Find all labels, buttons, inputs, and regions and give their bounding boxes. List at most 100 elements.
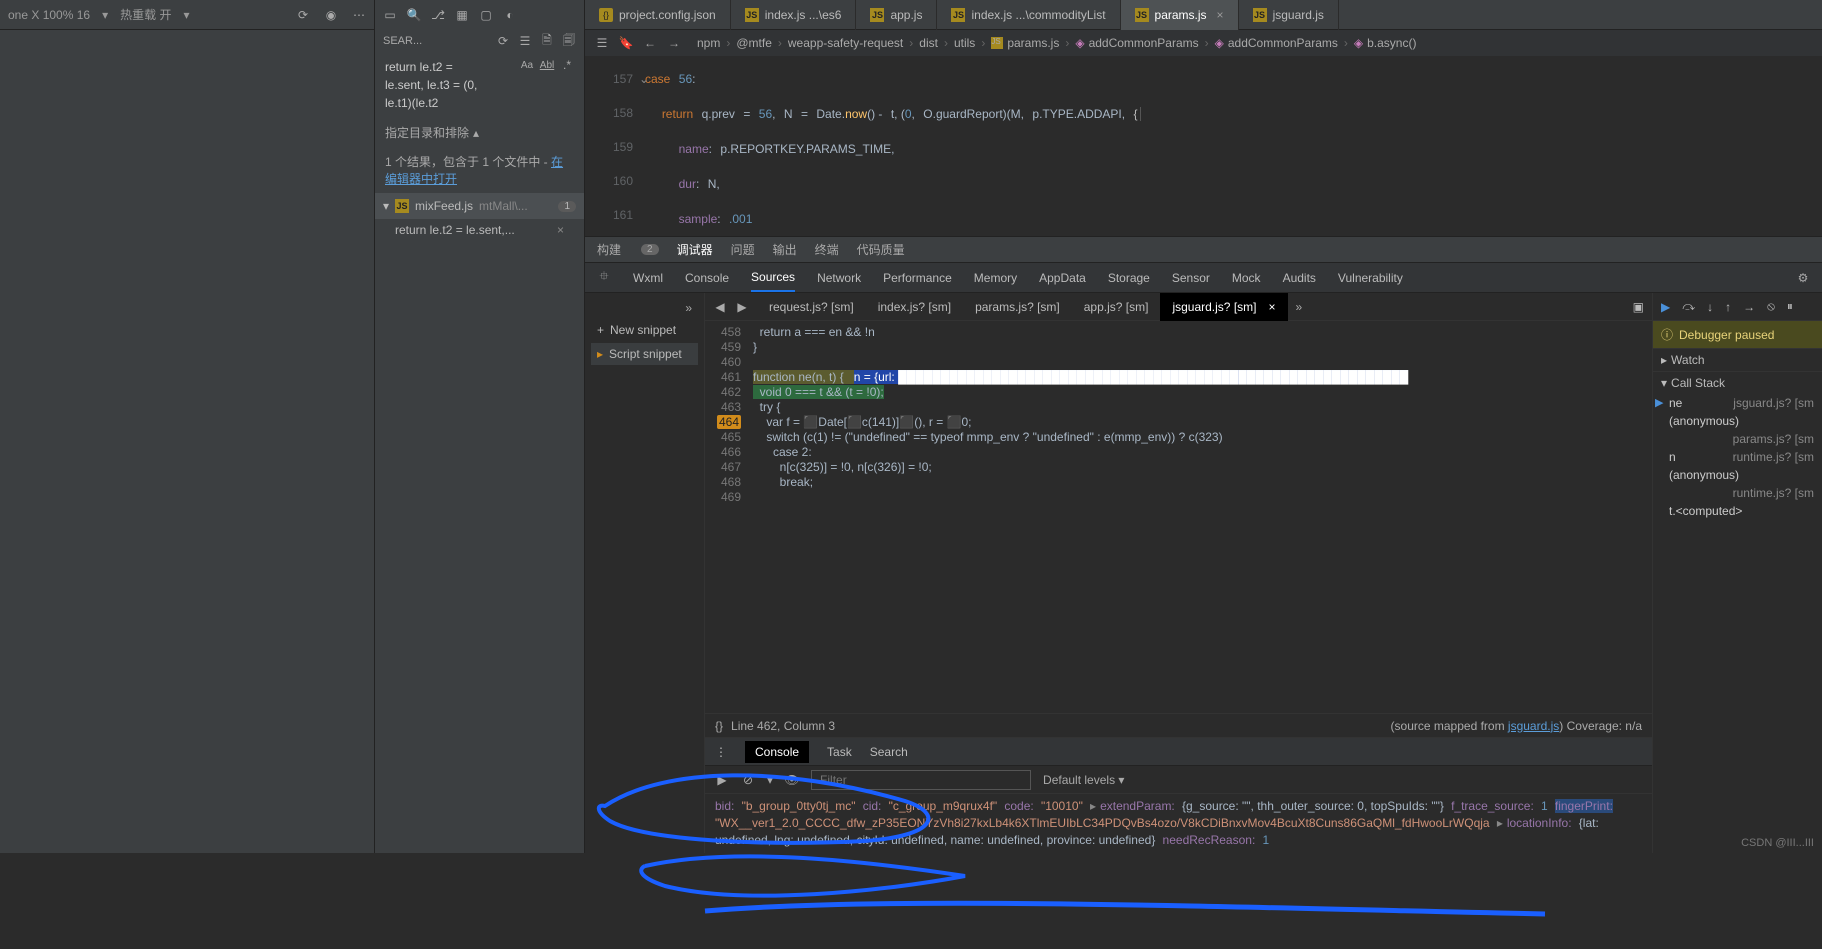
panel-sources[interactable]: Sources — [751, 264, 795, 292]
tab-jsguard[interactable]: JSjsguard.js — [1239, 0, 1339, 30]
braces-icon[interactable]: {} — [715, 719, 723, 733]
console-output[interactable]: bid: "b_group_0tty0tj_mc" cid: "c_group_… — [705, 794, 1652, 853]
panel-wxml[interactable]: Wxml — [633, 265, 663, 291]
refresh-icon[interactable]: ⟳ — [296, 8, 310, 22]
step-out-icon[interactable]: ↑ — [1725, 300, 1731, 314]
expand-icon[interactable]: » — [591, 299, 698, 317]
device-label[interactable]: one X 100% 16 — [8, 8, 90, 22]
search-query[interactable]: return le.t2 = Aa Abl .* le.sent, le.t3 … — [375, 52, 584, 118]
collapse-icon[interactable]: 🗐 — [562, 34, 576, 48]
bc-fn3[interactable]: ◈b.async() — [1354, 36, 1417, 50]
tab-output[interactable]: 输出 — [773, 241, 797, 258]
clear-icon[interactable]: ☰ — [518, 34, 532, 48]
code-editor[interactable]: ⌄ 157158159160161 case 56: return q.prev… — [585, 56, 1822, 236]
new-snippet-button[interactable]: +New snippet — [591, 317, 698, 343]
bc-utils[interactable]: utils — [954, 36, 975, 50]
bc-weapp[interactable]: weapp-safety-request — [788, 36, 903, 50]
bc-fn1[interactable]: ◈addCommonParams — [1075, 36, 1198, 50]
console-tab[interactable]: Console — [745, 741, 809, 763]
src-tab-params[interactable]: params.js? [sm] — [963, 293, 1072, 321]
tab-params[interactable]: JSparams.js× — [1121, 0, 1239, 30]
context-select[interactable]: ▾ — [767, 773, 773, 787]
step-into-icon[interactable]: ↓ — [1707, 300, 1713, 314]
close-icon[interactable]: × — [1217, 8, 1224, 22]
deactivate-bp-icon[interactable]: ⦸ — [1767, 299, 1775, 314]
panel-console[interactable]: Console — [685, 265, 729, 291]
pause-exc-icon[interactable]: ⏸ — [1787, 299, 1793, 314]
source-code[interactable]: 458459460461462463464465466467468469 ret… — [705, 321, 1652, 713]
code-body[interactable]: case 56: return q.prev = 56, N = Date.no… — [645, 56, 1822, 236]
extensions-icon[interactable]: ▦ — [455, 8, 469, 22]
stack-frame[interactable]: t.<computed> — [1653, 502, 1822, 520]
step-icon[interactable]: → — [1743, 300, 1755, 314]
panel-vulnerability[interactable]: Vulnerability — [1338, 265, 1403, 291]
console-filter-input[interactable] — [811, 770, 1031, 790]
chevron-down-icon[interactable]: ▾ — [183, 8, 189, 22]
tab-project-config[interactable]: {}project.config.json — [585, 0, 731, 30]
case-icon[interactable]: Aa — [520, 58, 534, 72]
branch-icon[interactable]: ⎇ — [431, 8, 445, 22]
stack-frame[interactable]: nruntime.js? [sm — [1653, 448, 1822, 466]
inspect-icon[interactable]: ⯐ — [597, 271, 611, 285]
search-scope[interactable]: 指定目录和排除▴ — [375, 118, 584, 147]
tab-index-es6[interactable]: JSindex.js ...\es6 — [731, 0, 857, 30]
close-icon[interactable]: × — [557, 223, 564, 237]
tab-terminal[interactable]: 终端 — [815, 241, 839, 258]
search-icon[interactable]: 🔍 — [407, 8, 421, 22]
tab-debugger[interactable]: 调试器 — [677, 241, 713, 258]
stack-frame[interactable]: nejsguard.js? [sm — [1653, 394, 1822, 412]
refresh-icon[interactable]: ⟳ — [496, 34, 510, 48]
back-icon[interactable]: ← — [643, 36, 657, 50]
tab-build[interactable]: 构建 — [597, 241, 621, 258]
task-tab[interactable]: Task — [827, 745, 852, 759]
more-tabs-icon[interactable]: » — [1288, 300, 1311, 314]
stack-frame[interactable]: (anonymous) — [1653, 412, 1822, 430]
prev-icon[interactable]: ◀ — [713, 300, 727, 314]
hotreload-toggle[interactable]: 热重载 开 — [120, 6, 171, 23]
clear-console-icon[interactable]: ⊘ — [741, 773, 755, 787]
resume-icon[interactable]: ▶ — [1661, 300, 1670, 314]
source-body[interactable]: return a === en && !n } function ne(n, t… — [747, 321, 1652, 713]
tab-index-commodity[interactable]: JSindex.js ...\commodityList — [937, 0, 1120, 30]
watch-section[interactable]: ▸ Watch — [1653, 348, 1822, 371]
tab-app[interactable]: JSapp.js — [856, 0, 937, 30]
panel-sensor[interactable]: Sensor — [1172, 265, 1210, 291]
bc-npm[interactable]: npm — [697, 36, 720, 50]
dock-icon[interactable]: ▣ — [1625, 300, 1652, 314]
breakpoint-marker[interactable]: 464 — [717, 415, 741, 429]
box-icon[interactable]: ▢ — [479, 8, 493, 22]
stack-frame[interactable]: runtime.js? [sm — [1653, 484, 1822, 502]
bc-dist[interactable]: dist — [919, 36, 938, 50]
bc-file[interactable]: JS params.js — [991, 36, 1059, 50]
tab-problems[interactable]: 问题 — [731, 241, 755, 258]
newfile-icon[interactable]: 🗎 — [540, 34, 554, 48]
snippet-item[interactable]: ▸Script snippet — [591, 343, 698, 365]
more-icon[interactable]: ⋮ — [715, 745, 727, 759]
stack-frame[interactable]: (anonymous) — [1653, 466, 1822, 484]
src-tab-jsguard[interactable]: jsguard.js? [sm]× — [1160, 293, 1287, 321]
docker-icon[interactable]: ◐ — [503, 8, 517, 22]
fold-icon[interactable]: ⌄ — [639, 62, 649, 96]
close-icon[interactable]: × — [1268, 300, 1275, 314]
panel-memory[interactable]: Memory — [974, 265, 1017, 291]
search-tab[interactable]: Search — [870, 745, 908, 759]
play-icon[interactable]: ▶ — [715, 773, 729, 787]
gear-icon[interactable]: ⚙ — [1796, 271, 1810, 285]
chevron-down-icon[interactable]: ▾ — [102, 8, 108, 22]
stack-frame[interactable]: params.js? [sm — [1653, 430, 1822, 448]
panel-network[interactable]: Network — [817, 265, 861, 291]
eye-icon[interactable]: 👁 — [785, 773, 799, 787]
step-over-icon[interactable]: ⤼ — [1682, 299, 1695, 314]
files-icon[interactable]: ▭ — [383, 8, 397, 22]
panel-storage[interactable]: Storage — [1108, 265, 1150, 291]
expand-icon[interactable]: ▸ — [1090, 799, 1096, 813]
word-icon[interactable]: Abl — [540, 58, 554, 72]
panel-audits[interactable]: Audits — [1283, 265, 1316, 291]
callstack-section[interactable]: ▾ Call Stack — [1653, 371, 1822, 394]
src-tab-index[interactable]: index.js? [sm] — [866, 293, 963, 321]
source-map-link[interactable]: jsguard.js — [1508, 719, 1559, 733]
tab-quality[interactable]: 代码质量 — [857, 241, 905, 258]
src-tab-app[interactable]: app.js? [sm] — [1072, 293, 1161, 321]
panel-appdata[interactable]: AppData — [1039, 265, 1086, 291]
bc-fn2[interactable]: ◈addCommonParams — [1215, 36, 1338, 50]
